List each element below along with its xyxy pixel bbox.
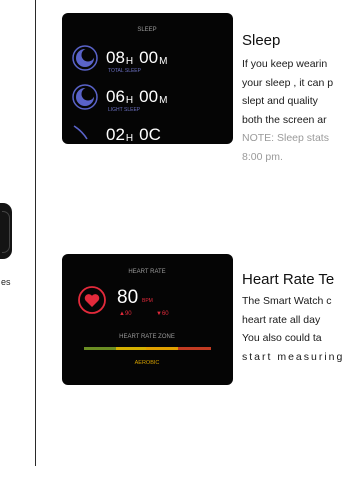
bpm-unit: BPM [142, 298, 153, 304]
heart-rate-title: Heart Rate Te [242, 271, 335, 288]
sleep-screen-header: SLEEP [137, 27, 156, 33]
sleep-row-deep: 02H 0C [73, 125, 161, 144]
heart-icon [84, 294, 100, 307]
bpm-max: ▲90 [119, 311, 132, 317]
sleep-title: Sleep [242, 32, 281, 49]
svg-text:08H00M: 08H 00M [106, 48, 167, 67]
heart-rate-screen-header: HEART RATE [128, 269, 165, 275]
left-caption: es [1, 277, 11, 287]
svg-text:LIGHT SLEEP: LIGHT SLEEP [108, 107, 141, 113]
zone-value: AEROBIC [135, 360, 160, 366]
heart-rate-body: The Smart Watch c heart rate all day You… [242, 295, 345, 363]
bpm-value: 80 [117, 287, 138, 308]
heart-rate-watch-screen: HEART RATE 80 BPM ▲90 ▼60 HEART RATE ZON… [62, 254, 233, 385]
column-divider [35, 0, 36, 466]
heart-rate-zone-bar [84, 347, 211, 350]
svg-text:06H00M: 06H 00M [106, 87, 167, 106]
watch-side-thumbnail [0, 203, 12, 259]
sleep-row-total: 08H 00M TOTAL SLEEP [72, 45, 167, 74]
sleep-row-light: 06H 00M LIGHT SLEEP [72, 84, 167, 113]
svg-text:TOTAL SLEEP: TOTAL SLEEP [108, 68, 142, 74]
sleep-watch-screen: SLEEP 08H 00M TOTAL SLEEP 06H 00M LIGHT SL… [62, 13, 233, 144]
svg-text:02H0C: 02H 0C [106, 125, 161, 144]
sleep-body: If you keep wearin your sleep , it can p… [242, 58, 334, 163]
sleep-note: NOTE: Sleep stats [242, 132, 329, 144]
zone-label: HEART RATE ZONE [119, 334, 175, 340]
bpm-min: ▼60 [156, 311, 169, 317]
moon-ring-icon [73, 125, 88, 140]
